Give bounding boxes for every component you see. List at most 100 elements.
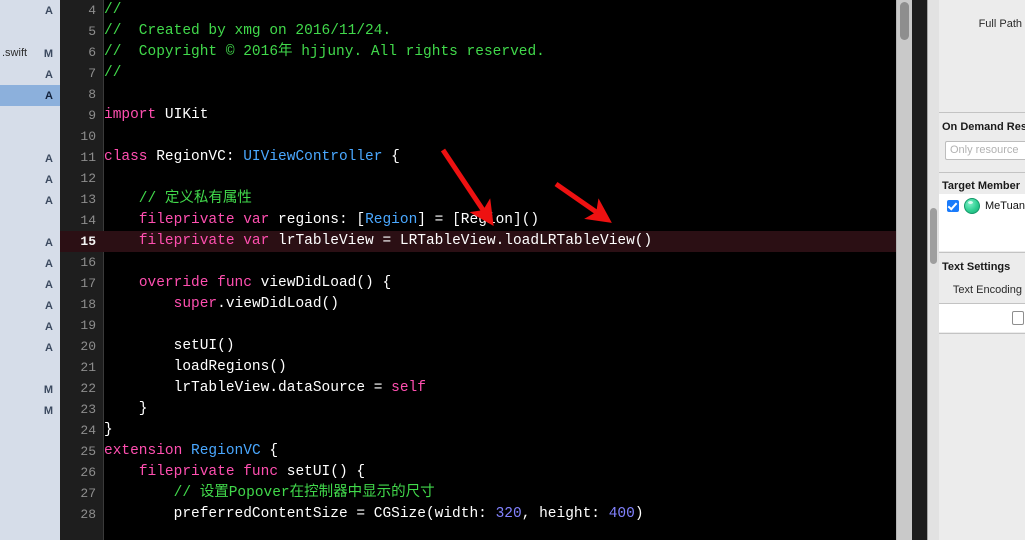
code-line[interactable]: 4 // <box>60 0 912 21</box>
line-number: 28 <box>80 507 96 522</box>
code-line[interactable]: 10 <box>60 126 912 147</box>
source-editor[interactable]: 4 // 5 // Created by xmg on 2016/11/24. 6 // … <box>60 0 912 540</box>
line-number: 21 <box>80 360 96 375</box>
code-line[interactable]: 19 <box>60 315 912 336</box>
code-text: } <box>104 401 148 417</box>
line-number: 8 <box>88 87 96 102</box>
editor-scrollbar-thumb[interactable] <box>900 2 909 40</box>
navigator-row[interactable] <box>0 358 60 379</box>
code-line[interactable]: 24} <box>60 420 912 441</box>
navigator-row[interactable]: A <box>0 85 60 106</box>
code-line[interactable]: 5 // Created by xmg on 2016/11/24. <box>60 21 912 42</box>
code-line[interactable]: 27 // 设置Popover在控制器中显示的尺寸 <box>60 483 912 504</box>
code-text: lrTableView.dataSource = self <box>104 380 426 396</box>
navigator-row[interactable]: A <box>0 148 60 169</box>
xcode-window: A .swift M A A A A A A A A A A A M M 4//5// Created by … <box>0 0 1025 540</box>
project-navigator[interactable]: A .swift M A A A A A A A A A A A M M <box>0 0 61 540</box>
navigator-row[interactable]: M <box>0 379 60 400</box>
line-number: 15 <box>80 234 96 249</box>
code-line[interactable]: 7 // <box>60 63 912 84</box>
code-line[interactable]: 11 class RegionVC: UIViewController { <box>60 147 912 168</box>
text-encoding-dropdown[interactable] <box>1012 311 1024 325</box>
navigator-row[interactable] <box>0 211 60 232</box>
code-line[interactable]: 21 loadRegions() <box>60 357 912 378</box>
line-number: 5 <box>88 24 96 39</box>
scm-status-badge: A <box>45 68 53 81</box>
code-text: // Copyright © 2016年 hjjuny. All rights … <box>104 44 545 60</box>
line-number: 6 <box>88 45 96 60</box>
line-number: 18 <box>80 297 96 312</box>
navigator-row[interactable]: A <box>0 295 60 316</box>
scm-status-badge: A <box>45 299 53 312</box>
navigator-row[interactable] <box>0 127 60 148</box>
line-number: 23 <box>80 402 96 417</box>
code-line[interactable]: 14 fileprivate var regions: [Region] = [… <box>60 210 912 231</box>
code-line[interactable]: 6 // Copyright © 2016年 hjjuny. All rights… <box>60 42 912 63</box>
code-line[interactable]: 20 setUI() <box>60 336 912 357</box>
code-text: fileprivate var lrTableView = LRTableVie… <box>138 233 653 249</box>
line-number: 11 <box>80 150 96 165</box>
inspector-scrollbar-thumb[interactable] <box>930 208 937 264</box>
line-number: 20 <box>80 339 96 354</box>
code-line[interactable]: 23 } <box>60 399 912 420</box>
code-line[interactable]: 16 <box>60 252 912 273</box>
line-number: 16 <box>80 255 96 270</box>
scm-status-badge: A <box>45 278 53 291</box>
line-number: 12 <box>80 171 96 186</box>
scm-status-badge: A <box>45 173 53 186</box>
code-text: class RegionVC: UIViewController { <box>104 149 400 165</box>
code-line[interactable]: 13 // 定义私有属性 <box>60 189 912 210</box>
line-number: 9 <box>88 108 96 123</box>
navigator-row[interactable]: A <box>0 232 60 253</box>
line-number: 24 <box>80 423 96 438</box>
code-line[interactable]: 25 extension RegionVC { <box>60 441 912 462</box>
navigator-row[interactable] <box>0 21 60 42</box>
target-membership-list[interactable]: MeTuan <box>939 194 1025 251</box>
code-text: preferredContentSize = CGSize(width: 320… <box>104 506 644 522</box>
line-number: 4 <box>88 3 96 18</box>
code-line[interactable]: 8 <box>60 84 912 105</box>
code-text: // <box>104 65 122 81</box>
editor-scrollbar[interactable] <box>896 0 912 540</box>
line-number: 19 <box>80 318 96 333</box>
navigator-row[interactable]: A <box>0 190 60 211</box>
code-text: super.viewDidLoad() <box>173 296 339 312</box>
scm-status-badge: A <box>45 236 53 249</box>
code-line[interactable]: 17 override func viewDidLoad() { <box>60 273 912 294</box>
inspector-divider-3 <box>939 252 1025 253</box>
code-line[interactable]: 12 <box>60 168 912 189</box>
code-text: override func viewDidLoad() { <box>138 275 392 291</box>
navigator-row[interactable]: .swift M <box>0 43 60 64</box>
navigator-row[interactable]: A <box>0 0 60 21</box>
on-demand-resource-tags-input[interactable]: Only resource <box>945 141 1025 160</box>
target-membership-title: Target Member <box>942 180 1021 192</box>
navigator-row[interactable]: M <box>0 400 60 421</box>
inspector-divider-2 <box>939 172 1025 173</box>
code-line[interactable]: 15 fileprivate var lrTableView = LRTable… <box>60 231 912 252</box>
target-membership-row[interactable]: MeTuan <box>947 198 1025 214</box>
scm-status-badge: A <box>45 341 53 354</box>
scm-status-badge: A <box>45 152 53 165</box>
file-inspector-panel[interactable]: Full Path On Demand Res Only resource Ta… <box>927 0 1025 540</box>
code-text: // 定义私有属性 <box>104 191 252 207</box>
code-line[interactable]: 9 import UIKit <box>60 105 912 126</box>
navigator-row[interactable]: A <box>0 316 60 337</box>
navigator-row[interactable] <box>0 106 60 127</box>
scm-status-badge: M <box>43 383 53 396</box>
text-settings-title: Text Settings <box>942 261 1011 273</box>
code-line[interactable]: 28 preferredContentSize = CGSize(width: … <box>60 504 912 525</box>
checkbox-checked-icon[interactable] <box>947 200 959 212</box>
navigator-row[interactable]: A <box>0 169 60 190</box>
full-path-label: Full Path <box>978 18 1022 30</box>
navigator-row[interactable]: A <box>0 64 60 85</box>
code-line[interactable]: 22 lrTableView.dataSource = self <box>60 378 912 399</box>
inspector-divider-1 <box>939 112 1025 113</box>
text-encoding-row[interactable] <box>939 304 1025 332</box>
app-bundle-icon <box>964 198 980 214</box>
navigator-row[interactable]: A <box>0 253 60 274</box>
navigator-row[interactable]: A <box>0 337 60 358</box>
code-line[interactable]: 18 super.viewDidLoad() <box>60 294 912 315</box>
code-line[interactable]: 26 fileprivate func setUI() { <box>60 462 912 483</box>
code-surface[interactable]: 4 // 5 // Created by xmg on 2016/11/24. 6 // … <box>60 0 912 540</box>
navigator-row[interactable]: A <box>0 274 60 295</box>
